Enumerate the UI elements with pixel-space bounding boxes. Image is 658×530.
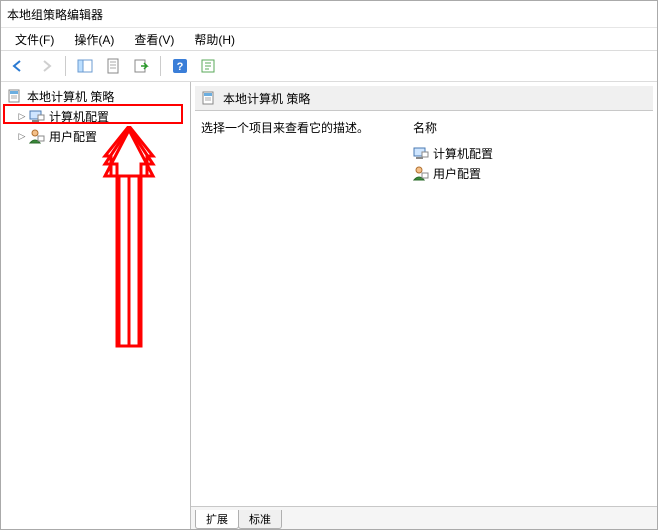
policy-icon [201,90,217,106]
document-icon [105,58,121,74]
separator [160,56,161,76]
navigation-tree: 本地计算机 策略 ▷ 计算机配置 ▷ [1,82,191,529]
tab-standard[interactable]: 标准 [238,510,282,529]
menu-view[interactable]: 查看(V) [124,29,184,50]
arrow-right-icon [38,58,54,74]
window-title: 本地组策略编辑器 [7,6,103,23]
list-item-user-config[interactable]: 用户配置 [413,163,647,183]
menu-action[interactable]: 操作(A) [64,29,124,50]
tree-item-label: 计算机配置 [49,108,109,125]
toolbar: ? [1,51,657,82]
svg-text:?: ? [177,61,184,73]
policy-icon [7,88,23,104]
help-icon: ? [172,58,188,74]
list-item-label: 计算机配置 [433,145,493,162]
separator [65,56,66,76]
annotation-arrow-icon [99,126,159,356]
details-body: 选择一个项目来查看它的描述。 名称 计算机配置 [195,111,653,506]
list-item-computer-config[interactable]: 计算机配置 [413,143,647,163]
annotation-arrow-icon [99,126,159,356]
content-area: 本地计算机 策略 ▷ 计算机配置 ▷ [1,82,657,529]
name-column-header[interactable]: 名称 [413,119,647,139]
tab-extended[interactable]: 扩展 [195,510,239,529]
expander-icon[interactable]: ▷ [17,111,27,121]
details-pane: 本地计算机 策略 选择一个项目来查看它的描述。 名称 [191,82,657,529]
details-title: 本地计算机 策略 [223,90,310,107]
filter-button[interactable] [195,53,221,79]
arrow-left-icon [10,58,26,74]
help-button[interactable]: ? [167,53,193,79]
description-column: 选择一个项目来查看它的描述。 [195,111,407,506]
menu-bar: 文件(F) 操作(A) 查看(V) 帮助(H) [1,28,657,51]
export-icon [133,58,149,74]
tree-item-label: 用户配置 [49,128,97,145]
show-hide-tree-button[interactable] [72,53,98,79]
user-icon [29,128,45,144]
description-text: 选择一个项目来查看它的描述。 [201,119,401,136]
tree-root-label: 本地计算机 策略 [27,88,114,105]
back-button[interactable] [5,53,31,79]
tree-item-user-config[interactable]: ▷ 用户配置 [1,126,190,146]
tree-item-computer-config[interactable]: ▷ 计算机配置 [1,106,190,126]
tree-root-local-policy[interactable]: 本地计算机 策略 [1,86,190,106]
export-list-button[interactable] [128,53,154,79]
forward-button[interactable] [33,53,59,79]
list-item-label: 用户配置 [433,165,481,182]
tab-strip: 扩展 标准 [191,506,657,529]
title-bar: 本地组策略编辑器 [1,1,657,28]
expander-icon[interactable]: ▷ [17,131,27,141]
user-icon [413,165,429,181]
item-list-column: 名称 计算机配置 [407,111,653,506]
menu-help[interactable]: 帮助(H) [184,29,245,50]
computer-icon [413,145,429,161]
properties-button[interactable] [100,53,126,79]
panes-icon [77,58,93,74]
menu-file[interactable]: 文件(F) [5,29,64,50]
filter-icon [200,58,216,74]
group-policy-editor-window: 本地组策略编辑器 文件(F) 操作(A) 查看(V) 帮助(H) [0,0,658,530]
details-header: 本地计算机 策略 [195,86,653,111]
computer-icon [29,108,45,124]
